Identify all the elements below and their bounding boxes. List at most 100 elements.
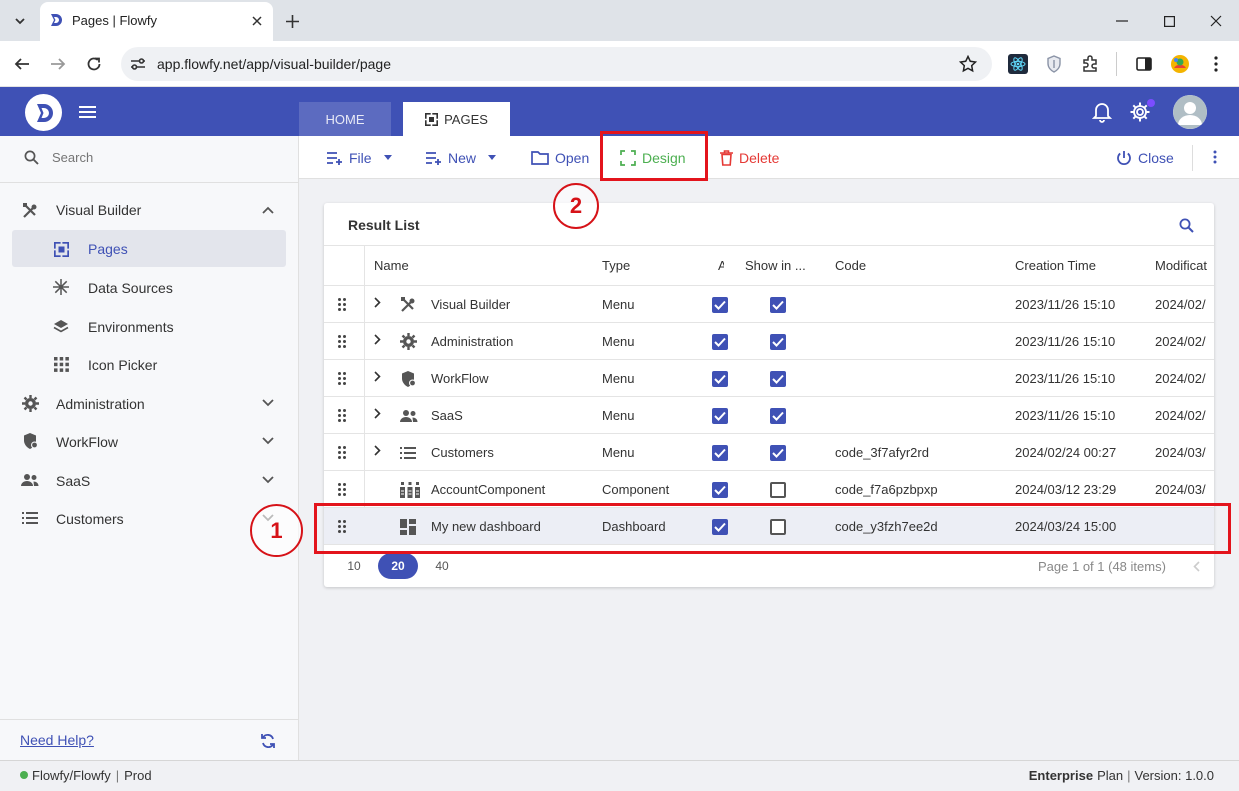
url-text[interactable]: app.flowfy.net/app/visual-builder/page bbox=[157, 56, 391, 72]
show-in-menu-checkbox[interactable] bbox=[770, 397, 790, 434]
sidebar-item-workflow[interactable]: WorkFlow bbox=[0, 427, 298, 455]
refresh-icon[interactable] bbox=[257, 730, 279, 752]
page-size-20[interactable]: 20 bbox=[378, 553, 418, 579]
file-menu-button[interactable]: File bbox=[327, 136, 392, 179]
hamburger-menu-icon[interactable] bbox=[77, 102, 97, 122]
table-row[interactable]: WorkFlow Menu 2023/11/26 15:10 2024/02/ bbox=[324, 360, 1214, 397]
tab-pages[interactable]: PAGES bbox=[403, 102, 510, 136]
back-icon[interactable] bbox=[12, 54, 32, 74]
new-menu-button[interactable]: New bbox=[426, 136, 497, 179]
drag-handle-icon[interactable] bbox=[338, 360, 350, 397]
open-label: Open bbox=[555, 149, 590, 166]
shield-extension-icon[interactable] bbox=[1044, 54, 1064, 74]
column-header-modification[interactable]: Modificat bbox=[1155, 245, 1214, 285]
row-modification-time: 2024/02/ bbox=[1155, 334, 1206, 349]
a-checkbox[interactable] bbox=[712, 323, 732, 360]
tab-home[interactable]: HOME bbox=[299, 102, 391, 136]
column-header-creation-time[interactable]: Creation Time bbox=[1015, 245, 1145, 285]
close-tab-icon[interactable] bbox=[248, 12, 266, 30]
sidebar-item-saas[interactable]: SaaS bbox=[0, 466, 298, 494]
chevron-down-icon[interactable] bbox=[258, 431, 278, 451]
expand-chevron-icon[interactable] bbox=[374, 284, 384, 321]
chevron-up-icon[interactable] bbox=[258, 200, 278, 220]
chevron-down-icon[interactable] bbox=[258, 470, 278, 490]
show-in-menu-checkbox[interactable] bbox=[770, 471, 790, 508]
table-row[interactable]: Customers Menu code_3f7afyr2rd 2024/02/24 0… bbox=[324, 434, 1214, 471]
browser-menu-icon[interactable] bbox=[1206, 54, 1226, 74]
more-options-icon[interactable] bbox=[1205, 147, 1225, 167]
drag-handle-icon[interactable] bbox=[338, 286, 350, 323]
a-checkbox[interactable] bbox=[712, 397, 732, 434]
sidebar-item-administration[interactable]: Administration bbox=[0, 389, 298, 417]
site-settings-icon[interactable] bbox=[128, 54, 148, 74]
show-in-menu-checkbox[interactable] bbox=[770, 360, 790, 397]
chevron-down-icon[interactable] bbox=[258, 393, 278, 413]
close-button[interactable]: Close bbox=[1116, 136, 1174, 179]
column-header-code[interactable]: Code bbox=[835, 245, 995, 285]
column-header-name[interactable]: Name bbox=[374, 245, 594, 285]
react-devtools-icon[interactable] bbox=[1008, 54, 1028, 74]
drag-handle-icon[interactable] bbox=[338, 471, 350, 508]
sidebar-item-icon-picker[interactable]: Icon Picker bbox=[12, 350, 286, 378]
need-help-link[interactable]: Need Help? bbox=[20, 732, 94, 748]
column-header-show[interactable]: Show in ... bbox=[745, 245, 825, 285]
sidebar-item-pages[interactable]: Pages bbox=[12, 230, 286, 267]
table-row[interactable]: Administration Menu 2023/11/26 15:10 2024/0… bbox=[324, 323, 1214, 360]
flowfy-logo-icon[interactable] bbox=[25, 94, 62, 131]
open-button[interactable]: Open bbox=[531, 136, 589, 179]
new-tab-icon[interactable] bbox=[282, 11, 302, 31]
expand-chevron-icon[interactable] bbox=[374, 321, 384, 358]
table-row[interactable]: Visual Builder Menu 2023/11/26 15:10 2024/0… bbox=[324, 286, 1214, 323]
sidebar-item-data-sources[interactable]: Data Sources bbox=[12, 273, 286, 301]
a-checkbox[interactable] bbox=[712, 286, 732, 323]
notifications-bell-icon[interactable] bbox=[1090, 100, 1114, 124]
show-in-menu-checkbox[interactable] bbox=[770, 508, 790, 545]
side-panel-icon[interactable] bbox=[1134, 54, 1154, 74]
forward-icon[interactable] bbox=[48, 54, 68, 74]
drag-handle-icon[interactable] bbox=[338, 434, 350, 471]
maximize-window-icon[interactable] bbox=[1159, 11, 1179, 31]
drag-handle-icon[interactable] bbox=[338, 397, 350, 434]
minimize-window-icon[interactable] bbox=[1112, 11, 1132, 31]
file-add-icon bbox=[327, 151, 343, 165]
table-row[interactable]: My new dashboard Dashboard code_y3fzh7ee2d… bbox=[324, 508, 1214, 545]
tools-icon bbox=[400, 286, 422, 323]
bookmark-star-icon[interactable] bbox=[957, 54, 979, 74]
show-in-menu-checkbox[interactable] bbox=[770, 323, 790, 360]
design-button[interactable]: Design bbox=[620, 136, 686, 179]
show-in-menu-checkbox[interactable] bbox=[770, 286, 790, 323]
settings-gear-icon[interactable] bbox=[1128, 99, 1155, 124]
extensions-puzzle-icon[interactable] bbox=[1080, 54, 1100, 74]
expand-chevron-icon[interactable] bbox=[374, 358, 384, 395]
sidebar-item-visual-builder[interactable]: Visual Builder bbox=[0, 196, 298, 224]
user-avatar[interactable] bbox=[1173, 95, 1207, 129]
column-header-type[interactable]: Type bbox=[602, 245, 702, 285]
row-creation-time: 2024/02/24 00:27 bbox=[1015, 445, 1117, 460]
reload-icon[interactable] bbox=[84, 54, 104, 74]
delete-button[interactable]: Delete bbox=[720, 136, 779, 179]
table-row[interactable]: SaaS Menu 2023/11/26 15:10 2024/02/ bbox=[324, 397, 1214, 434]
a-checkbox[interactable] bbox=[712, 471, 732, 508]
expand-chevron-icon[interactable] bbox=[374, 432, 384, 469]
a-checkbox[interactable] bbox=[712, 434, 732, 471]
search-input[interactable] bbox=[52, 144, 282, 170]
annotation-step-2: 2 bbox=[553, 183, 599, 229]
sidebar-item-label: SaaS bbox=[56, 473, 91, 489]
column-header-a[interactable]: A bbox=[718, 245, 724, 285]
page-size-10[interactable]: 10 bbox=[344, 553, 364, 579]
previous-page-icon[interactable] bbox=[1188, 557, 1204, 575]
table-row[interactable]: AccountComponent Component code_f7a6pzbpxp… bbox=[324, 471, 1214, 508]
drag-handle-icon[interactable] bbox=[338, 508, 350, 545]
search-icon[interactable] bbox=[1176, 215, 1196, 235]
a-checkbox[interactable] bbox=[712, 508, 732, 545]
expand-chevron-icon[interactable] bbox=[374, 395, 384, 432]
sidebar-item-environments[interactable]: Environments bbox=[12, 312, 286, 340]
show-in-menu-checkbox[interactable] bbox=[770, 434, 790, 471]
profile-avatar-icon[interactable] bbox=[1169, 53, 1191, 75]
a-checkbox[interactable] bbox=[712, 360, 732, 397]
page-size-40[interactable]: 40 bbox=[432, 553, 452, 579]
tab-search-chevron-icon[interactable] bbox=[8, 9, 32, 33]
column-header-label: Type bbox=[602, 257, 631, 273]
close-window-icon[interactable] bbox=[1206, 11, 1226, 31]
drag-handle-icon[interactable] bbox=[338, 323, 350, 360]
